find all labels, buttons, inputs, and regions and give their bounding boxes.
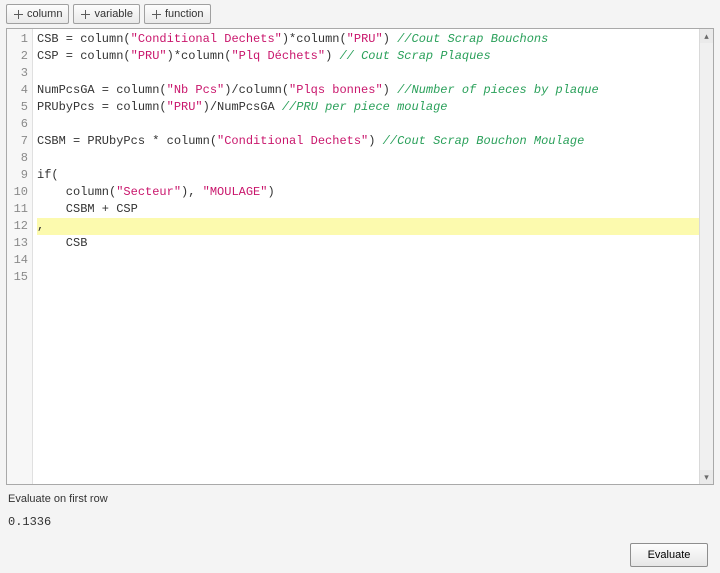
line-number: 3: [7, 65, 28, 82]
code-line[interactable]: [37, 150, 713, 167]
code-line[interactable]: CSP = column("PRU")*column("Plq Déchets"…: [37, 48, 713, 65]
button-label: column: [27, 8, 62, 20]
line-number: 11: [7, 201, 28, 218]
code-line[interactable]: ,: [37, 218, 713, 235]
button-row: Evaluate: [8, 543, 712, 567]
code-area[interactable]: CSB = column("Conditional Dechets")*colu…: [33, 29, 713, 484]
line-number: 12: [7, 218, 28, 235]
code-editor[interactable]: 123456789101112131415 CSB = column("Cond…: [6, 28, 714, 485]
line-number: 15: [7, 269, 28, 286]
code-line[interactable]: CSB = column("Conditional Dechets")*colu…: [37, 31, 713, 48]
line-number: 8: [7, 150, 28, 167]
insert-function-button[interactable]: function: [144, 4, 211, 24]
button-label: variable: [94, 8, 133, 20]
button-label: function: [165, 8, 204, 20]
line-number: 7: [7, 133, 28, 150]
scroll-up-arrow[interactable]: ▴: [700, 29, 713, 43]
code-line[interactable]: [37, 65, 713, 82]
code-line[interactable]: NumPcsGA = column("Nb Pcs")/column("Plqs…: [37, 82, 713, 99]
insert-variable-button[interactable]: variable: [73, 4, 140, 24]
line-number: 13: [7, 235, 28, 252]
line-number: 9: [7, 167, 28, 184]
evaluate-label: Evaluate on first row: [8, 493, 712, 505]
line-number-gutter: 123456789101112131415: [7, 29, 33, 484]
plus-icon: [13, 9, 24, 20]
evaluate-button[interactable]: Evaluate: [630, 543, 708, 567]
code-line[interactable]: CSBM = PRUbyPcs * column("Conditional De…: [37, 133, 713, 150]
code-line[interactable]: column("Secteur"), "MOULAGE"): [37, 184, 713, 201]
code-line[interactable]: if(: [37, 167, 713, 184]
insert-column-button[interactable]: column: [6, 4, 69, 24]
code-line[interactable]: CSB: [37, 235, 713, 252]
evaluate-section: Evaluate on first row 0.1336 Evaluate: [6, 485, 714, 567]
line-number: 10: [7, 184, 28, 201]
evaluate-result: 0.1336: [8, 515, 712, 529]
code-line[interactable]: [37, 252, 713, 269]
line-number: 14: [7, 252, 28, 269]
code-line[interactable]: [37, 269, 713, 286]
line-number: 1: [7, 31, 28, 48]
code-line[interactable]: PRUbyPcs = column("PRU")/NumPcsGA //PRU …: [37, 99, 713, 116]
scroll-track[interactable]: [700, 43, 713, 470]
line-number: 6: [7, 116, 28, 133]
vertical-scrollbar[interactable]: ▴ ▾: [699, 29, 713, 484]
code-line[interactable]: [37, 116, 713, 133]
plus-icon: [151, 9, 162, 20]
scroll-down-arrow[interactable]: ▾: [700, 470, 713, 484]
line-number: 5: [7, 99, 28, 116]
toolbar: column variable function: [6, 4, 714, 28]
formula-editor-app: column variable function 123456789101112…: [0, 0, 720, 573]
plus-icon: [80, 9, 91, 20]
code-line[interactable]: CSBM + CSP: [37, 201, 713, 218]
line-number: 4: [7, 82, 28, 99]
line-number: 2: [7, 48, 28, 65]
